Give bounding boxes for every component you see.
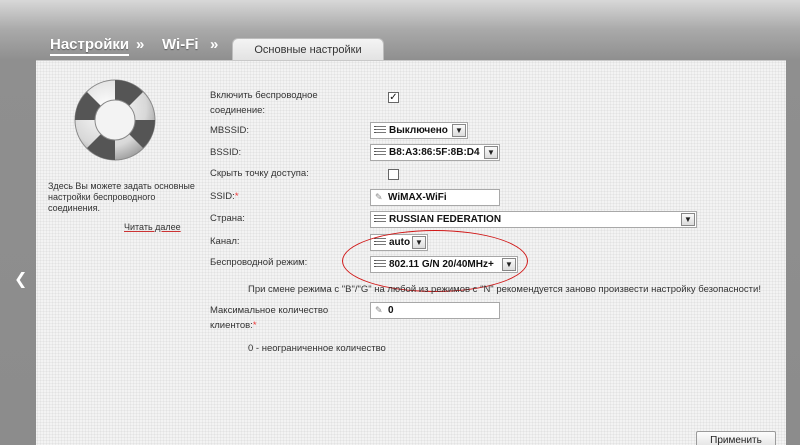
- required-mark: *: [252, 320, 257, 331]
- wifi-settings-form: Включить беспроводное соединение: ✓ MBSS…: [210, 61, 790, 445]
- highlight-ellipse: [342, 230, 528, 292]
- mode-change-note: При смене режима с "B"/"G" на любой из р…: [248, 284, 761, 295]
- lifebuoy-icon: [74, 79, 156, 161]
- max-clients-label: Максимальное количество клиентов:*: [210, 303, 340, 333]
- breadcrumb-separator: »: [136, 36, 145, 53]
- header-bar: Настройки » Wi-Fi » Основные настройки: [36, 30, 786, 62]
- list-icon: [374, 148, 386, 157]
- enable-wireless-checkbox[interactable]: ✓: [388, 92, 399, 103]
- mbssid-select[interactable]: Выключено ▼: [370, 122, 468, 139]
- list-icon: [374, 126, 386, 135]
- max-clients-label-text: Максимальное количество клиентов:: [210, 305, 329, 331]
- list-icon: [374, 215, 386, 224]
- bssid-value: B8:A3:86:5F:8B:D4: [389, 147, 480, 158]
- country-select[interactable]: RUSSIAN FEDERATION ▼: [370, 211, 697, 228]
- mbssid-value: Выключено: [389, 125, 448, 136]
- bssid-label: BSSID:: [210, 147, 242, 158]
- window-frame: Настройки » Wi-Fi » Основные настройки ❮…: [0, 0, 800, 445]
- hide-ap-label: Скрыть точку доступа:: [210, 168, 309, 179]
- bssid-select[interactable]: B8:A3:86:5F:8B:D4 ▼: [370, 144, 500, 161]
- breadcrumb-wifi[interactable]: Wi-Fi: [162, 36, 199, 53]
- country-label: Страна:: [210, 213, 245, 224]
- apply-button[interactable]: Применить: [696, 431, 776, 445]
- max-clients-note: 0 - неограниченное количество: [248, 343, 386, 354]
- channel-label: Канал:: [210, 236, 240, 247]
- required-mark: *: [234, 191, 239, 202]
- breadcrumb-home[interactable]: Настройки: [50, 36, 130, 56]
- ssid-input[interactable]: ✎ WiMAX-WiFi: [370, 189, 500, 206]
- ssid-label: SSID:*: [210, 189, 239, 204]
- hide-ap-checkbox[interactable]: [388, 169, 399, 180]
- pencil-icon: ✎: [375, 305, 383, 315]
- back-arrow-icon[interactable]: ❮: [14, 270, 28, 290]
- content-panel: Здесь Вы можете задать основные настройк…: [36, 60, 786, 445]
- enable-wireless-label: Включить беспроводное соединение:: [210, 90, 318, 116]
- chevron-down-icon[interactable]: ▼: [484, 146, 498, 159]
- wireless-mode-label: Беспроводной режим:: [210, 257, 308, 268]
- ssid-value: WiMAX-WiFi: [388, 192, 447, 203]
- help-text: Здесь Вы можете задать основные настройк…: [48, 181, 195, 213]
- breadcrumb-separator: »: [210, 36, 219, 53]
- read-more-link[interactable]: Читать далее: [124, 222, 181, 232]
- chevron-down-icon[interactable]: ▼: [681, 213, 695, 226]
- tab-basic-settings[interactable]: Основные настройки: [232, 38, 384, 62]
- max-clients-input[interactable]: ✎ 0: [370, 302, 500, 319]
- chevron-down-icon[interactable]: ▼: [452, 124, 466, 137]
- max-clients-value: 0: [388, 305, 394, 316]
- pencil-icon: ✎: [375, 192, 383, 202]
- ssid-label-text: SSID:: [210, 191, 235, 202]
- country-value: RUSSIAN FEDERATION: [389, 214, 502, 225]
- mbssid-label: MBSSID:: [210, 125, 250, 136]
